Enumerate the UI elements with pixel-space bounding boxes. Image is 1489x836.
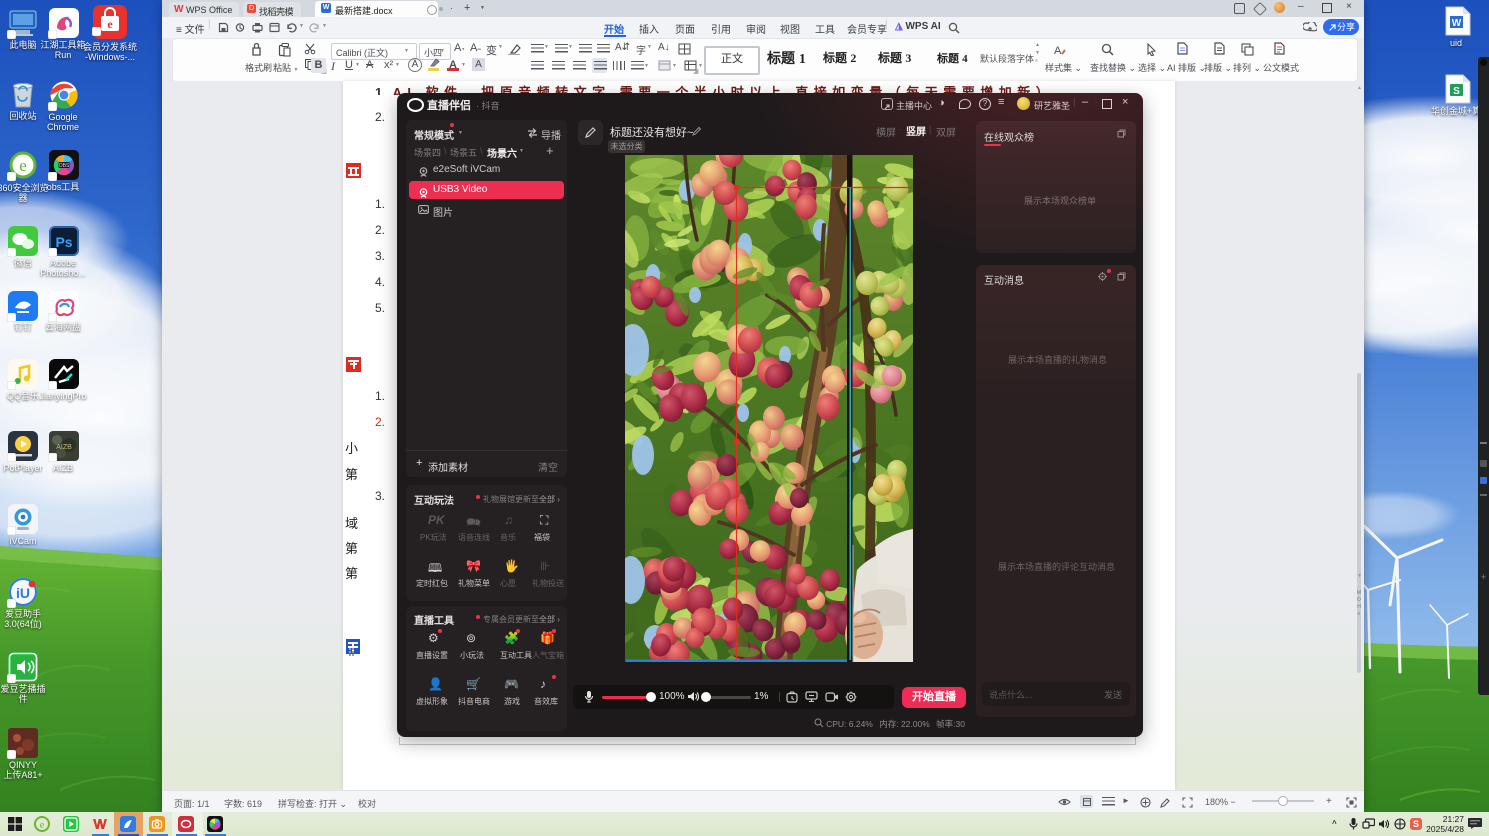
svg-text:S: S — [1453, 86, 1460, 97]
svg-text:e: e — [107, 17, 113, 31]
svg-text:iU: iU — [16, 585, 30, 601]
svg-text:OBS: OBS — [59, 163, 70, 169]
svg-text:AIZB: AIZB — [56, 444, 72, 451]
svg-text:e: e — [19, 156, 27, 175]
svg-text:e: e — [40, 820, 45, 831]
svg-text:A: A — [1054, 45, 1062, 56]
svg-text:Ps: Ps — [55, 234, 72, 250]
svg-text:W: W — [1452, 18, 1462, 29]
